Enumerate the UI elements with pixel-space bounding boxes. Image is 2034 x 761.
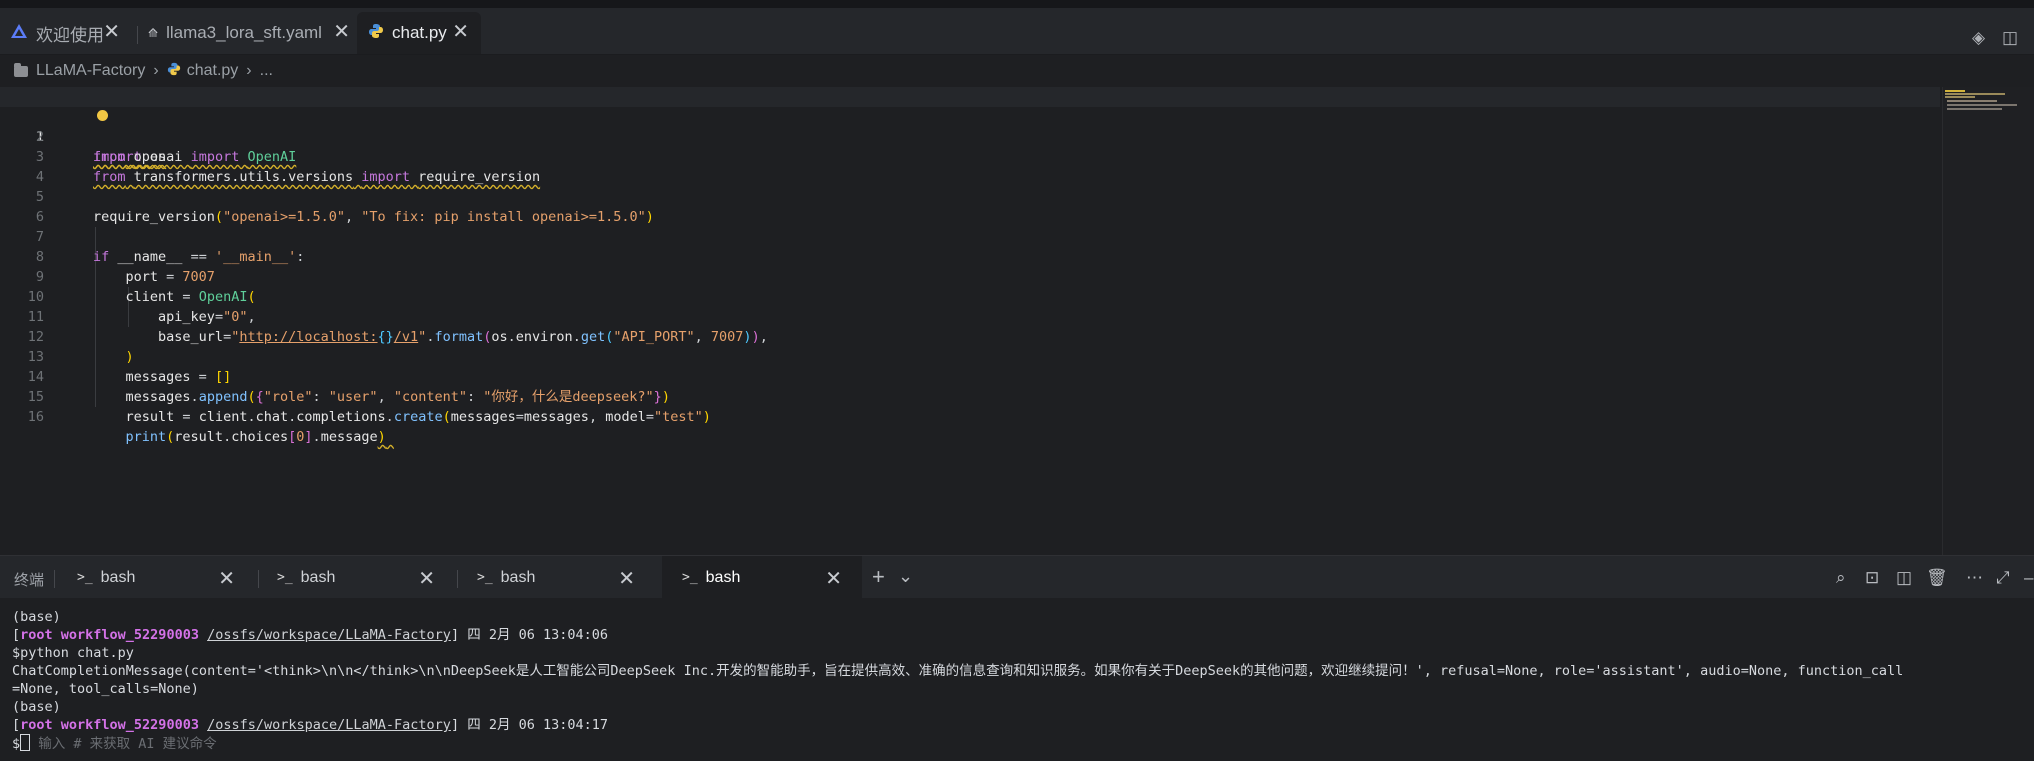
breadcrumb-more[interactable]: ... [260, 62, 273, 80]
minimap-line [1947, 100, 1997, 102]
tab-welcome[interactable]: 欢迎使用 ✕ [0, 12, 130, 54]
terminal-icon: >_ [682, 570, 698, 585]
python-file-icon [368, 23, 384, 44]
editor-tab-bar: 欢迎使用 ✕ ⟰ llama3_lora_sft.yaml ✕ chat.py … [0, 8, 2034, 55]
tab-chat-py[interactable]: chat.py ✕ [357, 12, 481, 54]
code-text: print(result.choices[0].message) [125, 429, 386, 445]
breadcrumb-root[interactable]: LLaMA-Factory [36, 62, 145, 80]
terminal-line: (base) [12, 699, 61, 715]
code-line: 6 [0, 187, 1940, 225]
terminal-placeholder: 输入 # 来获取 AI 建议命令 [38, 736, 217, 752]
minimap-line [1945, 90, 1965, 92]
terminal-user: root workflow_52290003 [20, 627, 199, 643]
minimap-line [1947, 108, 2002, 110]
terminal-icon: >_ [277, 570, 293, 585]
robot-icon[interactable]: ⊡ [1865, 568, 1879, 588]
terminal-tab-label: bash [300, 568, 336, 586]
more-icon[interactable]: ⋯ [1966, 568, 1983, 588]
current-line-highlight [0, 87, 1940, 107]
close-icon[interactable]: ✕ [218, 566, 235, 591]
close-icon[interactable]: ✕ [103, 21, 120, 43]
terminal-label[interactable]: 终端 [14, 569, 44, 590]
terminal-output[interactable]: (base) [root workflow_52290003 /ossfs/wo… [0, 598, 2034, 761]
maximize-icon[interactable]: ⤢ [1996, 568, 2010, 588]
trash-icon[interactable]: 🗑 [1926, 568, 1948, 588]
terminal-line: =None, tool_calls=None) [12, 681, 199, 697]
terminal-path[interactable]: /ossfs/workspace/LLaMA-Factory [207, 627, 451, 643]
split-terminal-icon[interactable]: ◫ [1896, 568, 1912, 588]
terminal-cursor [20, 734, 31, 751]
breadcrumb: LLaMA-Factory › chat.py › ... [0, 55, 2034, 87]
minimap-line [1947, 104, 2017, 106]
terminal-line: ChatCompletionMessage(content='<think>\n… [12, 663, 1904, 679]
layers-icon[interactable]: ◈ [1972, 28, 1985, 48]
code-line: 5 require_version("openai>=1.5.0", "To f… [0, 167, 1940, 225]
add-terminal-icon[interactable]: + [872, 564, 885, 590]
close-icon[interactable]: ✕ [825, 566, 842, 591]
terminal-tab-bash-2[interactable]: >_ bash ✕ [257, 556, 455, 599]
close-icon[interactable]: ✕ [452, 21, 469, 43]
terminal-line: $python chat.py [12, 645, 134, 661]
terminal-user: root workflow_52290003 [20, 717, 199, 733]
app-logo-icon [10, 23, 28, 44]
chevron-right-icon: › [153, 62, 159, 79]
code-line: 13 messages = [] [0, 327, 1940, 385]
terminal-tab-bash-3[interactable]: >_ bash ✕ [457, 556, 655, 599]
terminal-tab-label: bash [705, 568, 741, 586]
terminal-icon: >_ [477, 570, 493, 585]
tab-divider [54, 570, 55, 588]
terminal-tab-bash-4[interactable]: >_ bash ✕ [662, 556, 862, 599]
chevron-down-icon[interactable]: ⌄ [898, 566, 913, 587]
yaml-file-icon: ⟰ [148, 26, 159, 40]
tab-label: chat.py [392, 23, 447, 42]
tab-label: llama3_lora_sft.yaml [166, 23, 322, 42]
code-editor[interactable]: 1 import os 2 from openai import OpenAI … [0, 87, 2034, 555]
code-line: 2 from openai import OpenAI [0, 107, 1940, 165]
chevron-right-icon: › [246, 62, 252, 79]
breadcrumb-file-label: chat.py [186, 62, 239, 79]
python-file-icon [167, 62, 181, 81]
minimap-line [1945, 96, 1975, 98]
code-line: 12 ) [0, 307, 1940, 365]
close-icon[interactable]: ✕ [618, 566, 635, 591]
code-text: result = client.chat.completions.create(… [125, 409, 711, 425]
terminal-tab-bar: 终端 >_ bash ✕ >_ bash ✕ >_ bash ✕ >_ bash… [0, 555, 2034, 599]
minimize-icon[interactable]: – [2024, 568, 2033, 588]
terminal-input-line[interactable]: $ 输入 # 来获取 AI 建议命令 [12, 734, 217, 752]
terminal-tab-bash-1[interactable]: >_ bash ✕ [57, 556, 255, 599]
close-icon[interactable]: ✕ [333, 21, 350, 43]
code-line: 8 port = 7007 [0, 227, 1940, 285]
code-line: 9 client = OpenAI( [0, 247, 1940, 305]
minimap[interactable] [1942, 87, 2034, 555]
minimap-line [1945, 93, 2005, 95]
window-top-strip [0, 0, 2034, 8]
search-icon[interactable]: ⌕ [1836, 568, 1846, 588]
terminal-path[interactable]: /ossfs/workspace/LLaMA-Factory [207, 717, 451, 733]
split-editor-icon[interactable]: ◫ [2002, 28, 2018, 48]
terminal-icon: >_ [77, 570, 93, 585]
code-line: 3 from transformers.utils.versions impor… [0, 127, 1940, 185]
terminal-tab-label: bash [500, 568, 536, 586]
tab-divider [137, 26, 138, 44]
code-line: 14 messages.append({"role": "user", "con… [0, 347, 1940, 405]
code-line: 16 print(result.choices[0].message) [0, 387, 1940, 445]
tab-label: 欢迎使用 [36, 25, 104, 45]
code-line: 11 base_url="http://localhost:{}/v1".for… [0, 287, 1940, 345]
line-number: 16 [27, 409, 44, 425]
tab-llama3-yaml[interactable]: ⟰ llama3_lora_sft.yaml ✕ [140, 12, 352, 54]
close-icon[interactable]: ✕ [418, 566, 435, 591]
terminal-tab-label: bash [100, 568, 136, 586]
code-line: 15 result = client.chat.completions.crea… [0, 367, 1940, 425]
folder-icon [14, 62, 28, 77]
code-line: 4 [0, 147, 1940, 185]
breadcrumb-file[interactable]: chat.py [167, 62, 239, 81]
terminal-prompt-line: [root workflow_52290003 /ossfs/workspace… [12, 717, 608, 733]
code-line: 1 import os [0, 87, 1940, 165]
code-line: 10 api_key="0", [0, 267, 1940, 325]
lightbulb-icon[interactable] [97, 110, 108, 121]
code-line: 7 if __name__ == '__main__': [0, 207, 1940, 265]
terminal-line: (base) [12, 609, 61, 625]
terminal-prompt-line: [root workflow_52290003 /ossfs/workspace… [12, 627, 608, 643]
